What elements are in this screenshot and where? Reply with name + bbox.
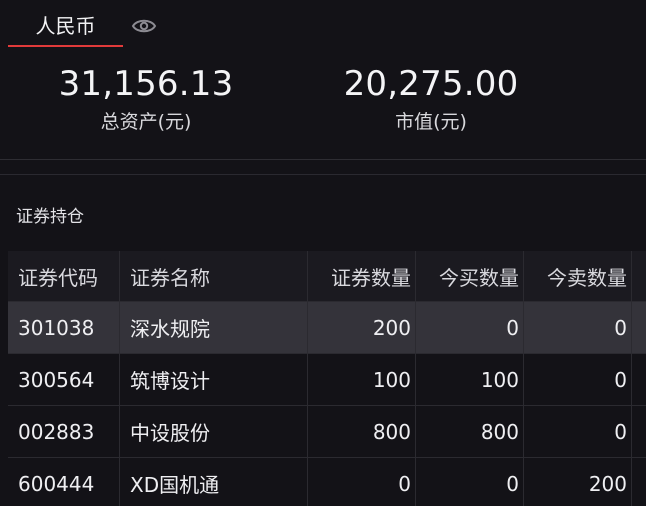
- cell-name: 深水规院: [120, 302, 308, 353]
- cell-code: 002883: [8, 406, 120, 457]
- col-header-buy-today[interactable]: 今买数量: [416, 251, 524, 301]
- cell-sell-today: 0: [524, 302, 632, 353]
- divider: [0, 174, 646, 175]
- cell-buy-today: 100: [416, 354, 524, 405]
- cell-sell-today: 0: [524, 354, 632, 405]
- market-value-value: 20,275.00: [343, 64, 519, 104]
- cell-overflow: [632, 406, 646, 457]
- positions-title: 证券持仓: [16, 207, 84, 227]
- table-row[interactable]: 600444 XD国机通 0 0 200: [8, 458, 646, 506]
- eye-icon[interactable]: [131, 14, 157, 38]
- cell-name: 筑博设计: [120, 354, 308, 405]
- cell-quantity: 0: [308, 458, 416, 506]
- cell-buy-today: 0: [416, 458, 524, 506]
- positions-table: 证券代码 证券名称 证券数量 今买数量 今卖数量 301038 深水规院 200…: [8, 251, 646, 506]
- cell-overflow: [632, 458, 646, 506]
- table-row[interactable]: 002883 中设股份 800 800 0: [8, 406, 646, 458]
- cell-name: XD国机通: [120, 458, 308, 506]
- cell-code: 600444: [8, 458, 120, 506]
- cell-overflow: [632, 302, 646, 353]
- cell-code: 301038: [8, 302, 120, 353]
- total-assets-label: 总资产(元): [100, 111, 192, 133]
- table-row[interactable]: 301038 深水规院 200 0 0: [8, 302, 646, 354]
- divider: [0, 159, 646, 160]
- col-header-overflow: [632, 251, 646, 301]
- total-assets-block: 31,156.13 总资产(元): [16, 60, 276, 136]
- market-value-label: 市值(元): [395, 111, 467, 133]
- cell-sell-today: 200: [524, 458, 632, 506]
- cell-sell-today: 0: [524, 406, 632, 457]
- cell-name: 中设股份: [120, 406, 308, 457]
- cell-buy-today: 800: [416, 406, 524, 457]
- cell-quantity: 800: [308, 406, 416, 457]
- cell-overflow: [632, 354, 646, 405]
- col-header-name[interactable]: 证券名称: [120, 251, 308, 301]
- portfolio-screen: 人民币 31,156.13 总资产(元) 20,275.00 市值(元) 证券持…: [0, 0, 646, 506]
- total-assets-value: 31,156.13: [58, 64, 234, 104]
- market-value-block: 20,275.00 市值(元): [301, 60, 561, 136]
- cell-buy-today: 0: [416, 302, 524, 353]
- table-row[interactable]: 300564 筑博设计 100 100 0: [8, 354, 646, 406]
- active-tab-indicator: [8, 45, 123, 47]
- col-header-sell-today[interactable]: 今卖数量: [524, 251, 632, 301]
- asset-summary: 31,156.13 总资产(元) 20,275.00 市值(元): [0, 60, 646, 158]
- cell-quantity: 200: [308, 302, 416, 353]
- table-header: 证券代码 证券名称 证券数量 今买数量 今卖数量: [8, 251, 646, 302]
- cell-code: 300564: [8, 354, 120, 405]
- cell-quantity: 100: [308, 354, 416, 405]
- col-header-quantity[interactable]: 证券数量: [308, 251, 416, 301]
- tab-rmb[interactable]: 人民币: [8, 0, 123, 48]
- currency-tab-bar: 人民币: [0, 0, 646, 48]
- col-header-code[interactable]: 证券代码: [8, 251, 120, 301]
